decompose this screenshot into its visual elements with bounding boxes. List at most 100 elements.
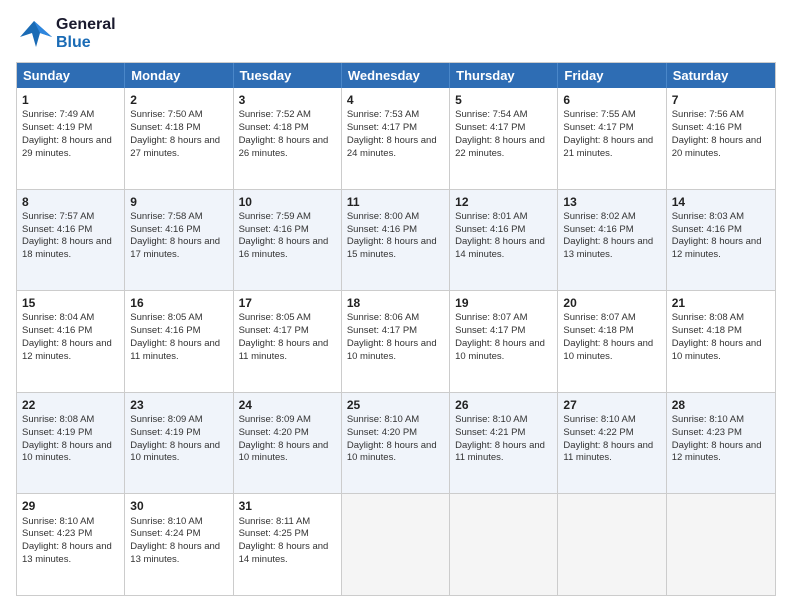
day-number: 8 [22, 194, 119, 210]
calendar-cell: 22 Sunrise: 8:08 AM Sunset: 4:19 PM Dayl… [17, 393, 125, 494]
day-number: 10 [239, 194, 336, 210]
day-number: 11 [347, 194, 444, 210]
daylight-label: Daylight: 8 hours and 11 minutes. [130, 338, 220, 362]
sunrise-label: Sunrise: 8:07 AM [563, 312, 635, 323]
calendar-cell: 13 Sunrise: 8:02 AM Sunset: 4:16 PM Dayl… [558, 190, 666, 291]
sunset-label: Sunset: 4:17 PM [347, 325, 417, 336]
daylight-label: Daylight: 8 hours and 10 minutes. [239, 440, 329, 464]
sunset-label: Sunset: 4:17 PM [347, 122, 417, 133]
sunset-label: Sunset: 4:20 PM [239, 427, 309, 438]
sunrise-label: Sunrise: 8:10 AM [347, 414, 419, 425]
sunset-label: Sunset: 4:17 PM [239, 325, 309, 336]
sunset-label: Sunset: 4:19 PM [22, 122, 92, 133]
sunrise-label: Sunrise: 8:03 AM [672, 211, 744, 222]
calendar-cell: 4 Sunrise: 7:53 AM Sunset: 4:17 PM Dayli… [342, 88, 450, 189]
day-number: 19 [455, 295, 552, 311]
header-day-monday: Monday [125, 63, 233, 88]
sunrise-label: Sunrise: 8:10 AM [563, 414, 635, 425]
sunset-label: Sunset: 4:19 PM [130, 427, 200, 438]
daylight-label: Daylight: 8 hours and 12 minutes. [672, 440, 762, 464]
calendar-cell: 16 Sunrise: 8:05 AM Sunset: 4:16 PM Dayl… [125, 291, 233, 392]
calendar-cell [558, 494, 666, 595]
header-day-tuesday: Tuesday [234, 63, 342, 88]
sunset-label: Sunset: 4:16 PM [672, 122, 742, 133]
sunset-label: Sunset: 4:16 PM [130, 224, 200, 235]
calendar-cell: 25 Sunrise: 8:10 AM Sunset: 4:20 PM Dayl… [342, 393, 450, 494]
daylight-label: Daylight: 8 hours and 10 minutes. [347, 440, 437, 464]
calendar-cell: 7 Sunrise: 7:56 AM Sunset: 4:16 PM Dayli… [667, 88, 775, 189]
sunset-label: Sunset: 4:17 PM [455, 122, 525, 133]
day-number: 30 [130, 498, 227, 514]
daylight-label: Daylight: 8 hours and 13 minutes. [130, 541, 220, 565]
sunset-label: Sunset: 4:19 PM [22, 427, 92, 438]
sunset-label: Sunset: 4:24 PM [130, 528, 200, 539]
day-number: 13 [563, 194, 660, 210]
sunrise-label: Sunrise: 7:56 AM [672, 109, 744, 120]
daylight-label: Daylight: 8 hours and 22 minutes. [455, 135, 545, 159]
daylight-label: Daylight: 8 hours and 14 minutes. [239, 541, 329, 565]
sunset-label: Sunset: 4:22 PM [563, 427, 633, 438]
daylight-label: Daylight: 8 hours and 10 minutes. [22, 440, 112, 464]
sunset-label: Sunset: 4:18 PM [672, 325, 742, 336]
sunrise-label: Sunrise: 8:09 AM [239, 414, 311, 425]
day-number: 5 [455, 92, 552, 108]
sunset-label: Sunset: 4:16 PM [347, 224, 417, 235]
header: General Blue [16, 16, 776, 52]
sunrise-label: Sunrise: 8:00 AM [347, 211, 419, 222]
daylight-label: Daylight: 8 hours and 10 minutes. [563, 338, 653, 362]
daylight-label: Daylight: 8 hours and 13 minutes. [22, 541, 112, 565]
sunset-label: Sunset: 4:16 PM [672, 224, 742, 235]
daylight-label: Daylight: 8 hours and 16 minutes. [239, 236, 329, 260]
daylight-label: Daylight: 8 hours and 12 minutes. [22, 338, 112, 362]
calendar-cell: 12 Sunrise: 8:01 AM Sunset: 4:16 PM Dayl… [450, 190, 558, 291]
calendar-row-3: 15 Sunrise: 8:04 AM Sunset: 4:16 PM Dayl… [17, 290, 775, 392]
daylight-label: Daylight: 8 hours and 17 minutes. [130, 236, 220, 260]
sunrise-label: Sunrise: 8:05 AM [239, 312, 311, 323]
day-number: 25 [347, 397, 444, 413]
day-number: 3 [239, 92, 336, 108]
daylight-label: Daylight: 8 hours and 21 minutes. [563, 135, 653, 159]
calendar-cell: 3 Sunrise: 7:52 AM Sunset: 4:18 PM Dayli… [234, 88, 342, 189]
calendar-cell: 5 Sunrise: 7:54 AM Sunset: 4:17 PM Dayli… [450, 88, 558, 189]
day-number: 28 [672, 397, 770, 413]
sunrise-label: Sunrise: 8:06 AM [347, 312, 419, 323]
calendar-cell: 21 Sunrise: 8:08 AM Sunset: 4:18 PM Dayl… [667, 291, 775, 392]
day-number: 7 [672, 92, 770, 108]
day-number: 21 [672, 295, 770, 311]
day-number: 17 [239, 295, 336, 311]
day-number: 26 [455, 397, 552, 413]
sunrise-label: Sunrise: 8:10 AM [22, 516, 94, 527]
sunrise-label: Sunrise: 8:07 AM [455, 312, 527, 323]
sunset-label: Sunset: 4:18 PM [130, 122, 200, 133]
sunrise-label: Sunrise: 8:10 AM [130, 516, 202, 527]
calendar-cell: 6 Sunrise: 7:55 AM Sunset: 4:17 PM Dayli… [558, 88, 666, 189]
calendar-cell: 29 Sunrise: 8:10 AM Sunset: 4:23 PM Dayl… [17, 494, 125, 595]
calendar-cell: 28 Sunrise: 8:10 AM Sunset: 4:23 PM Dayl… [667, 393, 775, 494]
daylight-label: Daylight: 8 hours and 10 minutes. [672, 338, 762, 362]
daylight-label: Daylight: 8 hours and 12 minutes. [672, 236, 762, 260]
day-number: 6 [563, 92, 660, 108]
day-number: 24 [239, 397, 336, 413]
calendar-cell: 30 Sunrise: 8:10 AM Sunset: 4:24 PM Dayl… [125, 494, 233, 595]
calendar-cell: 23 Sunrise: 8:09 AM Sunset: 4:19 PM Dayl… [125, 393, 233, 494]
sunset-label: Sunset: 4:21 PM [455, 427, 525, 438]
sunset-label: Sunset: 4:16 PM [130, 325, 200, 336]
sunrise-label: Sunrise: 7:57 AM [22, 211, 94, 222]
daylight-label: Daylight: 8 hours and 20 minutes. [672, 135, 762, 159]
sunset-label: Sunset: 4:23 PM [22, 528, 92, 539]
sunrise-label: Sunrise: 7:53 AM [347, 109, 419, 120]
daylight-label: Daylight: 8 hours and 10 minutes. [347, 338, 437, 362]
calendar-cell [450, 494, 558, 595]
daylight-label: Daylight: 8 hours and 15 minutes. [347, 236, 437, 260]
logo-text: General Blue [56, 16, 116, 52]
calendar-cell: 18 Sunrise: 8:06 AM Sunset: 4:17 PM Dayl… [342, 291, 450, 392]
day-number: 23 [130, 397, 227, 413]
day-number: 9 [130, 194, 227, 210]
day-number: 15 [22, 295, 119, 311]
day-number: 4 [347, 92, 444, 108]
sunset-label: Sunset: 4:16 PM [239, 224, 309, 235]
calendar-cell: 14 Sunrise: 8:03 AM Sunset: 4:16 PM Dayl… [667, 190, 775, 291]
sunset-label: Sunset: 4:18 PM [239, 122, 309, 133]
sunrise-label: Sunrise: 7:54 AM [455, 109, 527, 120]
day-number: 12 [455, 194, 552, 210]
